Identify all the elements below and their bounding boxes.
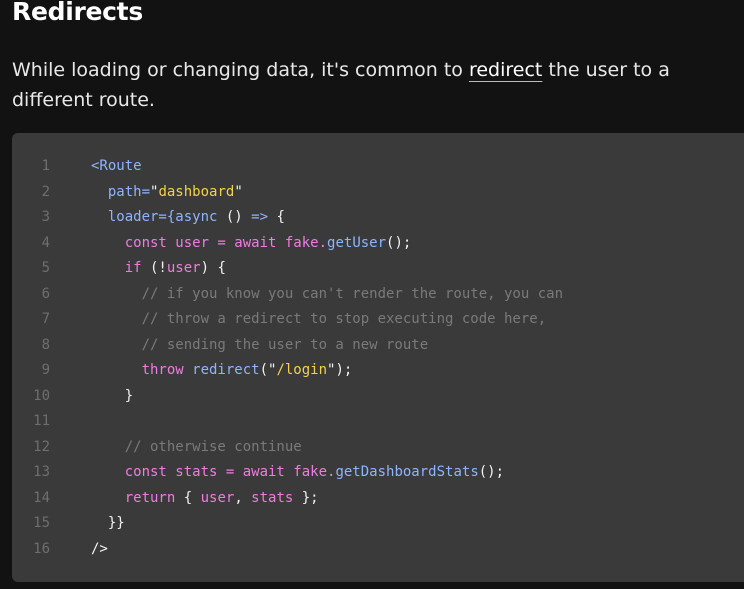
code-line: 11 xyxy=(12,409,744,435)
section-heading: Redirects xyxy=(12,0,143,26)
code-token: const xyxy=(91,464,167,480)
code-token: throw xyxy=(91,362,184,378)
line-number: 5 xyxy=(41,260,50,276)
code-line: 15 }} xyxy=(12,511,744,537)
code-token: { xyxy=(175,489,201,506)
line-number: 11 xyxy=(33,413,50,429)
code-text: // if you know you can't render the rout… xyxy=(91,282,563,308)
code-token: fake. xyxy=(284,464,336,480)
code-line: 14 return { user, stats }; xyxy=(12,486,744,512)
code-line: 10 } xyxy=(12,384,744,410)
line-number: 3 xyxy=(41,209,50,225)
code-line: 8 // sending the user to a new route xyxy=(12,333,744,359)
code-token: }; xyxy=(293,489,319,506)
line-number: 4 xyxy=(41,234,50,251)
code-token: await xyxy=(242,464,285,480)
code-line: 4 const user = await fake.getUser(); xyxy=(12,231,744,257)
code-text: // otherwise continue xyxy=(91,435,302,461)
code-token: user = xyxy=(166,234,235,251)
intro-paragraph: While loading or changing data, it's com… xyxy=(12,55,712,115)
code-text: path="dashboard" xyxy=(91,180,243,206)
code-text: const stats = await fake.getDashboardSta… xyxy=(91,460,504,486)
code-token: => xyxy=(251,209,269,225)
code-text: } xyxy=(91,384,133,410)
code-token: (); xyxy=(386,234,412,251)
code-line: 9 throw redirect("/login"); xyxy=(12,358,744,384)
code-text: loader={async () => { xyxy=(91,205,285,231)
code-token: dashboard xyxy=(158,183,235,200)
code-token: getDashboardStats xyxy=(335,464,479,480)
code-token: }} xyxy=(91,515,125,531)
code-token: (! xyxy=(141,260,167,276)
code-token: "); xyxy=(327,362,353,378)
code-text: if (!user) { xyxy=(91,256,226,282)
code-token: (" xyxy=(259,362,277,378)
intro-text-before: While loading or changing data, it's com… xyxy=(12,59,469,81)
line-number: 9 xyxy=(41,362,50,378)
line-number: 14 xyxy=(33,489,50,506)
redirect-link[interactable]: redirect xyxy=(469,59,542,81)
line-number: 8 xyxy=(41,336,50,353)
code-token: ) { xyxy=(200,260,226,276)
code-token: user xyxy=(200,489,235,506)
code-text: const user = await fake.getUser(); xyxy=(91,231,412,257)
code-line: 1 <Route xyxy=(12,154,744,180)
code-token: { xyxy=(268,209,285,225)
line-number: 1 xyxy=(41,158,50,174)
line-number: 15 xyxy=(33,515,50,531)
line-number: 7 xyxy=(41,311,50,327)
code-line: 7 // throw a redirect to stop executing … xyxy=(12,307,744,333)
code-token: /login xyxy=(276,362,328,378)
code-token: const xyxy=(91,234,167,251)
code-token: () xyxy=(217,209,252,225)
code-text: <Route xyxy=(91,154,142,180)
code-token: fake. xyxy=(276,234,328,251)
code-token: // otherwise continue xyxy=(91,438,302,455)
code-line: 2 path="dashboard" xyxy=(12,180,744,206)
code-line: 5 if (!user) { xyxy=(12,256,744,282)
code-line: 13 const stats = await fake.getDashboard… xyxy=(12,460,744,486)
code-token: stats xyxy=(251,489,294,506)
code-token: , xyxy=(234,489,252,506)
code-text: throw redirect("/login"); xyxy=(91,358,353,384)
code-line: 16 /> xyxy=(12,537,744,563)
code-token: stats = xyxy=(166,464,243,480)
code-token: await xyxy=(234,234,277,251)
code-token: getUser xyxy=(327,234,387,251)
line-number: 2 xyxy=(41,183,50,200)
code-token: if xyxy=(91,260,142,276)
line-number: 16 xyxy=(33,540,50,557)
code-token: /> xyxy=(91,540,108,557)
code-line: 6 // if you know you can't render the ro… xyxy=(12,282,744,308)
line-number: 13 xyxy=(33,464,50,480)
code-token: " xyxy=(234,183,243,200)
line-number: 12 xyxy=(33,438,50,455)
code-line: 12 // otherwise continue xyxy=(12,435,744,461)
code-token: path= xyxy=(91,183,151,200)
line-number: 6 xyxy=(41,285,50,302)
code-block[interactable]: 1 <Route 2 path="dashboard" 3 loader={async… xyxy=(12,133,744,582)
code-token: } xyxy=(91,387,134,404)
code-token: loader={ xyxy=(91,209,176,225)
code-token: (); xyxy=(478,464,505,480)
code-token: return xyxy=(91,489,176,506)
code-text: }} xyxy=(91,511,125,537)
code-token: // throw a redirect to stop executing co… xyxy=(91,311,547,327)
code-text: return { user, stats }; xyxy=(91,486,319,512)
code-token: redirect xyxy=(183,362,260,378)
code-line: 3 loader={async () => { xyxy=(12,205,744,231)
code-text: // sending the user to a new route xyxy=(91,333,429,359)
code-token: user xyxy=(166,260,201,276)
line-number: 10 xyxy=(33,387,50,404)
code-token: // sending the user to a new route xyxy=(91,336,429,353)
code-token: <Route xyxy=(91,158,142,174)
code-token: async xyxy=(175,209,218,225)
code-token: // if you know you can't render the rout… xyxy=(91,285,564,302)
code-text: /> xyxy=(91,537,108,563)
code-text: // throw a redirect to stop executing co… xyxy=(91,307,547,333)
